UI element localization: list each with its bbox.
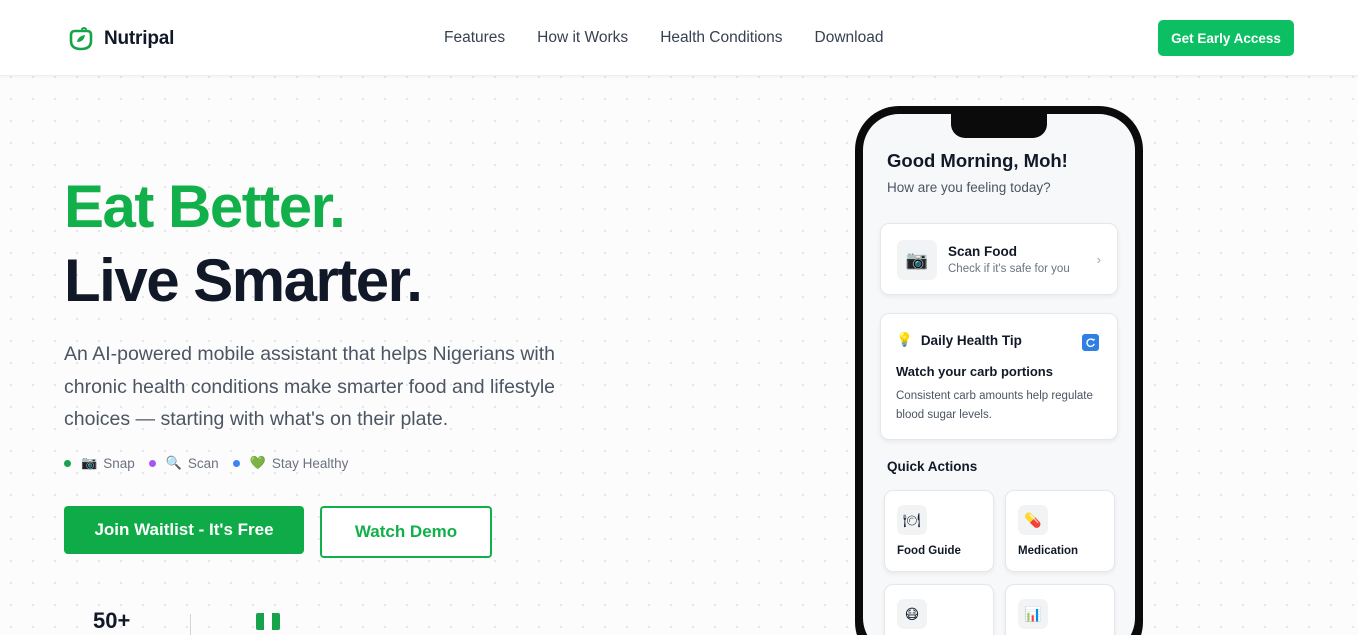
get-early-access-button[interactable]: Get Early Access bbox=[1158, 20, 1294, 56]
tag-label: Scan bbox=[187, 455, 219, 471]
pill-icon: 💊 bbox=[1018, 505, 1048, 535]
quick-action-label: Medication bbox=[1018, 545, 1079, 557]
tag-scan: 🔍 Scan bbox=[148, 455, 219, 471]
daily-health-tip-card: 💡 Daily Health Tip Watch your carb porti… bbox=[880, 313, 1118, 440]
app-greeting-subtitle: How are you feeling today? bbox=[887, 180, 1051, 195]
phone-notch bbox=[951, 112, 1047, 138]
tag-stay-healthy: 💚 Stay Healthy bbox=[232, 455, 349, 471]
quick-action-food-guide[interactable]: 🍽 Food Guide bbox=[884, 490, 994, 572]
watch-demo-button[interactable]: Watch Demo bbox=[320, 506, 492, 558]
quick-action-label: Food Guide bbox=[897, 545, 961, 557]
nav-features[interactable]: Features bbox=[444, 29, 505, 47]
headline-secondary: Live Smarter. bbox=[64, 247, 423, 314]
brand-name: Nutripal bbox=[104, 28, 175, 49]
nigeria-flag-icon bbox=[256, 613, 280, 630]
heart-icon: 💚 bbox=[249, 455, 266, 470]
tag-label: Snap bbox=[103, 455, 135, 471]
camera-icon: 📷 bbox=[897, 240, 937, 280]
scan-food-subtitle: Check if it's safe for you bbox=[948, 263, 1070, 275]
lightbulb-icon: 💡 bbox=[896, 332, 913, 347]
tip-body: Consistent carb amounts help regulate bl… bbox=[896, 390, 1093, 421]
quick-actions-title: Quick Actions bbox=[887, 459, 978, 474]
headline-primary: Eat Better. bbox=[64, 173, 346, 240]
nav-download[interactable]: Download bbox=[815, 29, 884, 47]
face-icon: 😷 bbox=[897, 599, 927, 629]
status-dot bbox=[148, 459, 156, 467]
chevron-right-icon: › bbox=[1096, 252, 1101, 267]
tip-header: 💡 Daily Health Tip bbox=[896, 332, 1022, 348]
tip-title: Watch your carb portions bbox=[896, 364, 1053, 379]
quick-action-medication[interactable]: 💊 Medication bbox=[1005, 490, 1115, 572]
refresh-icon[interactable] bbox=[1082, 334, 1099, 351]
top-header: Nutripal Features How it Works Health Co… bbox=[0, 0, 1358, 76]
tag-snap: 📷 Snap bbox=[64, 455, 135, 471]
scan-food-card[interactable]: 📷 Scan Food Check if it's safe for you › bbox=[880, 223, 1118, 295]
tip-heading: Daily Health Tip bbox=[920, 332, 1022, 348]
status-dot bbox=[64, 459, 71, 467]
quick-action-3[interactable]: 😷 bbox=[884, 584, 994, 635]
stat-value: 50+ bbox=[93, 608, 131, 633]
stat-divider bbox=[190, 614, 191, 635]
chart-icon: 📊 bbox=[1018, 599, 1048, 629]
tag-label: Stay Healthy bbox=[271, 455, 349, 471]
magnifier-icon: 🔍 bbox=[165, 455, 182, 470]
hero-subtitle: An AI-powered mobile assistant that help… bbox=[64, 343, 556, 430]
scan-food-title: Scan Food bbox=[948, 244, 1018, 259]
camera-icon: 📷 bbox=[81, 455, 98, 470]
brand-logo[interactable]: Nutripal bbox=[68, 26, 174, 52]
app-greeting: Good Morning, Moh! bbox=[887, 150, 1068, 171]
food-guide-icon: 🍽 bbox=[897, 505, 927, 535]
main-nav: Features How it Works Health Conditions … bbox=[444, 29, 883, 47]
nav-how-it-works[interactable]: How it Works bbox=[537, 29, 628, 47]
nav-health-conditions[interactable]: Health Conditions bbox=[660, 29, 782, 47]
leaf-logo-icon bbox=[69, 27, 93, 51]
join-waitlist-button[interactable]: Join Waitlist - It's Free bbox=[64, 506, 304, 554]
feature-tags: 📷 Snap 🔍 Scan 💚 Stay Healthy bbox=[64, 455, 348, 471]
quick-action-4[interactable]: 📊 bbox=[1005, 584, 1115, 635]
status-dot bbox=[232, 459, 240, 467]
